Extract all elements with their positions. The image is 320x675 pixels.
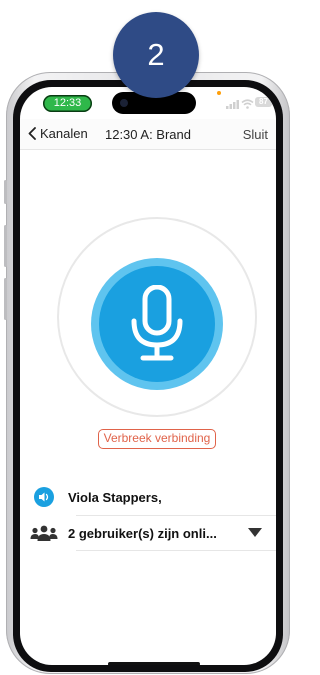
- push-to-talk-inner: [99, 266, 215, 382]
- users-online-text: 2 gebruiker(s) zijn onli...: [68, 525, 217, 541]
- wifi-icon: [241, 99, 254, 109]
- close-button[interactable]: Sluit: [243, 127, 268, 142]
- back-button[interactable]: Kanalen: [28, 126, 88, 141]
- users-online-row[interactable]: 2 gebruiker(s) zijn onli...: [20, 518, 276, 548]
- users-icon: [30, 525, 58, 541]
- battery-indicator: 87: [255, 97, 272, 107]
- push-to-talk-button[interactable]: [91, 258, 223, 390]
- caret-down-icon[interactable]: [248, 528, 262, 537]
- speaker-icon-wrap: [20, 487, 68, 507]
- disconnect-button[interactable]: Verbreek verbinding: [98, 429, 216, 449]
- signal-icon: [226, 100, 239, 109]
- privacy-indicator-dot: [217, 91, 221, 95]
- step-number-badge: 2: [113, 12, 199, 98]
- microphone-icon: [131, 285, 183, 361]
- row-divider: [76, 515, 276, 516]
- row-divider: [76, 550, 276, 551]
- status-time: 12:33: [43, 95, 92, 112]
- back-button-label: Kanalen: [40, 126, 88, 141]
- speaker-icon: [34, 487, 54, 507]
- phone-screen: 12:33 87 Kanalen 12:30 A: Brand Sluit Ve…: [20, 87, 276, 665]
- chevron-left-icon: [28, 127, 36, 140]
- home-indicator[interactable]: [108, 662, 200, 665]
- side-button-volume-up: [4, 225, 7, 267]
- camera-icon: [120, 99, 128, 107]
- speaker-row: Viola Stappers,: [20, 482, 276, 512]
- users-icon-wrap: [20, 525, 68, 541]
- navigation-bar: Kanalen 12:30 A: Brand Sluit: [20, 119, 276, 150]
- current-speaker-name: Viola Stappers,: [68, 489, 162, 505]
- side-button-silent: [4, 180, 7, 204]
- side-button-volume-down: [4, 278, 7, 320]
